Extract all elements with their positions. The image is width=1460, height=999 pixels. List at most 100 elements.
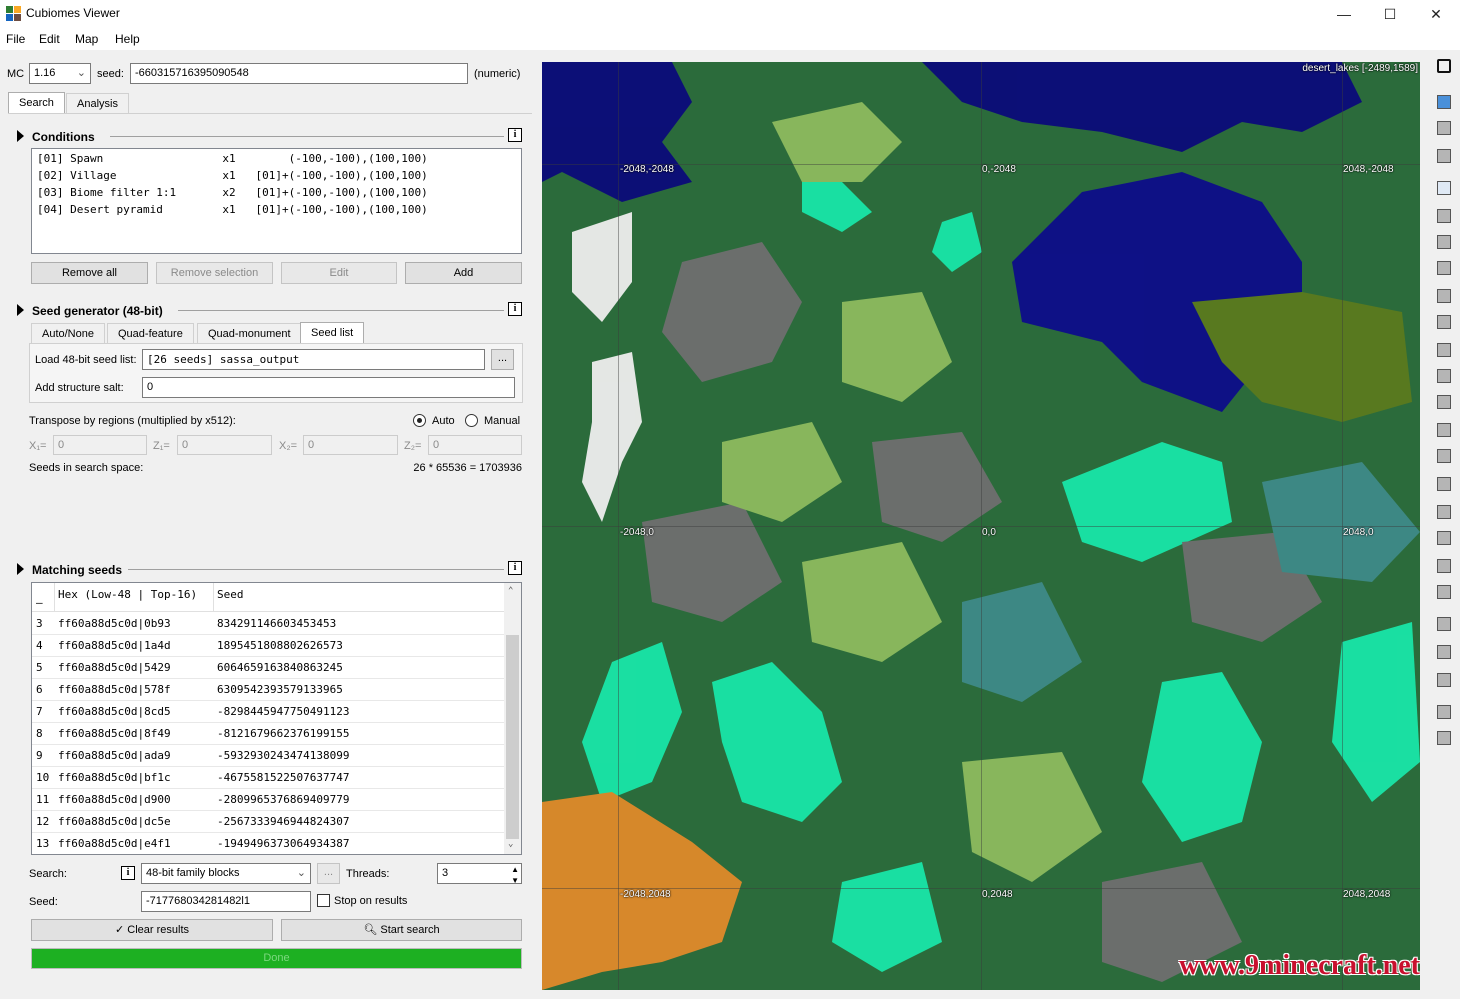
table-row[interactable]: 4 ff60a88d5c0d|1a4d 1895451808802626573 xyxy=(32,635,505,657)
menu-help[interactable]: Help xyxy=(115,32,140,46)
search-more-button[interactable]: ... xyxy=(317,863,340,884)
stronghold-icon[interactable] xyxy=(1434,670,1454,690)
monument-icon[interactable] xyxy=(1434,366,1454,386)
x1-input[interactable]: 0 xyxy=(53,435,147,455)
table-row[interactable]: 5 ff60a88d5c0d|5429 6064659163840863245 xyxy=(32,657,505,679)
table-row[interactable]: 7 ff60a88d5c0d|8cd5 -8298445947750491123 xyxy=(32,701,505,723)
search-mode-select[interactable]: 48-bit family blocks ⌄ xyxy=(141,863,311,884)
biome-map[interactable]: -2048,-2048 0,-2048 2048,-2048 -2048,0 0… xyxy=(542,62,1420,990)
tab-auto-none[interactable]: Auto/None xyxy=(31,323,105,344)
map-coord-label: 2048,-2048 xyxy=(1343,164,1394,175)
shipwreck-icon[interactable] xyxy=(1434,474,1454,494)
menu-map[interactable]: Map xyxy=(75,32,98,46)
seed-list-field[interactable]: [26 seeds] sassa_output xyxy=(142,349,485,370)
mansion-icon-glyph xyxy=(1437,395,1451,409)
bastion-icon[interactable] xyxy=(1434,556,1454,576)
threads-spinbox[interactable]: 3 ▲ ▼ xyxy=(437,863,522,884)
structure-salt-input[interactable]: 0 xyxy=(142,377,515,398)
maximize-button[interactable]: ☐ xyxy=(1367,0,1413,28)
desert-pyramid-icon[interactable] xyxy=(1434,258,1454,278)
col-seed-header[interactable]: Seed xyxy=(217,588,244,601)
mc-version-select[interactable]: 1.16 ⌄ xyxy=(29,63,91,84)
map-grid-line xyxy=(542,526,1420,527)
z1-input[interactable]: 0 xyxy=(177,435,272,455)
table-row[interactable]: 8 ff60a88d5c0d|8f49 -8121679662376199155 xyxy=(32,723,505,745)
seed-input[interactable]: -660315716395090548 xyxy=(130,63,468,84)
player-icon[interactable] xyxy=(1434,728,1454,748)
tab-analysis[interactable]: Analysis xyxy=(66,93,129,114)
collapse-arrow-icon[interactable] xyxy=(17,563,24,575)
tab-quad-feature[interactable]: Quad-feature xyxy=(107,323,194,344)
minimize-button[interactable]: — xyxy=(1321,0,1367,28)
condition-row[interactable]: [03] Biome filter 1:1 x2 [01]+(-100,-100… xyxy=(37,186,516,203)
terrain-layer-icon[interactable] xyxy=(1434,146,1454,166)
scroll-up-icon[interactable]: ⌃ xyxy=(508,586,513,596)
menu-file[interactable]: File xyxy=(6,32,25,46)
collapse-arrow-icon[interactable] xyxy=(17,130,24,142)
biome-layer-icon[interactable] xyxy=(1434,92,1454,112)
seed-generator-info-icon[interactable]: i xyxy=(508,302,522,316)
conditions-info-icon[interactable]: i xyxy=(508,128,522,142)
crosshair-icon[interactable] xyxy=(1434,56,1454,76)
terrain-layer-icon-glyph xyxy=(1437,149,1451,163)
condition-row[interactable]: [01] Spawn x1 (-100,-100),(100,100) xyxy=(37,152,516,169)
browse-button[interactable]: ... xyxy=(491,349,514,370)
menu-edit[interactable]: Edit xyxy=(39,32,60,46)
ruined-portal-icon[interactable] xyxy=(1434,446,1454,466)
z2-input[interactable]: 0 xyxy=(428,435,522,455)
spin-down-icon[interactable]: ▼ xyxy=(511,871,519,883)
table-row[interactable]: 13 ff60a88d5c0d|e4f1 -1949496373064934387 xyxy=(32,833,505,854)
scrollbar[interactable]: ⌃ ⌄ xyxy=(504,583,521,854)
table-row[interactable]: 10 ff60a88d5c0d|bf1c -4675581522507637747 xyxy=(32,767,505,789)
condition-row[interactable]: [04] Desert pyramid x1 [01]+(-100,-100),… xyxy=(37,203,516,220)
table-row[interactable]: 12 ff60a88d5c0d|dc5e -2567333946944824307 xyxy=(32,811,505,833)
end-gateway-icon[interactable] xyxy=(1434,642,1454,662)
manual-radio[interactable] xyxy=(465,414,478,427)
matching-info-icon[interactable]: i xyxy=(508,561,522,575)
spawn-icon[interactable] xyxy=(1434,702,1454,722)
height-layer-icon[interactable] xyxy=(1434,118,1454,138)
condition-row[interactable]: [02] Village x1 [01]+(-100,-100),(100,10… xyxy=(37,169,516,186)
table-row[interactable]: 11 ff60a88d5c0d|d900 -2809965376869409779 xyxy=(32,789,505,811)
mansion-icon[interactable] xyxy=(1434,392,1454,412)
stop-on-results-checkbox[interactable] xyxy=(317,894,330,907)
tab-search[interactable]: Search xyxy=(8,92,65,113)
remove-all-button[interactable]: Remove all xyxy=(31,262,148,284)
scroll-down-icon[interactable]: ⌄ xyxy=(508,839,513,849)
auto-radio[interactable] xyxy=(413,414,426,427)
fortress-icon[interactable] xyxy=(1434,582,1454,602)
table-row[interactable]: 9 ff60a88d5c0d|ada9 -5932930243474138099 xyxy=(32,745,505,767)
scrollbar-thumb[interactable] xyxy=(506,635,519,839)
end-city-icon[interactable] xyxy=(1434,614,1454,634)
table-row[interactable]: 3 ff60a88d5c0d|0b93 834291146603453453 xyxy=(32,613,505,635)
col-hex-header[interactable]: Hex (Low-48 | Top-16) xyxy=(58,588,197,601)
village-icon[interactable] xyxy=(1434,232,1454,252)
jungle-temple-icon[interactable] xyxy=(1434,286,1454,306)
table-row[interactable]: 6 ff60a88d5c0d|578f 6309542393579133965 xyxy=(32,679,505,701)
clear-results-button[interactable]: ✓ Clear results xyxy=(31,919,273,941)
broom-icon: ✓ xyxy=(114,924,125,936)
conditions-list[interactable]: [01] Spawn x1 (-100,-100),(100,100) [02]… xyxy=(31,148,522,254)
search-info-icon[interactable]: i xyxy=(121,866,135,880)
tab-seed-list[interactable]: Seed list xyxy=(300,322,365,343)
grid-icon[interactable] xyxy=(1434,178,1454,198)
collapse-arrow-icon[interactable] xyxy=(17,304,24,316)
tab-quad-monument[interactable]: Quad-monument xyxy=(197,323,302,344)
slime-chunk-icon[interactable] xyxy=(1434,206,1454,226)
swamp-hut-icon[interactable] xyxy=(1434,312,1454,332)
edit-button[interactable]: Edit xyxy=(281,262,397,284)
x2-input[interactable]: 0 xyxy=(303,435,398,455)
igloo-icon[interactable] xyxy=(1434,340,1454,360)
map-coord-label: 0,0 xyxy=(982,527,996,538)
mineshaft-icon[interactable] xyxy=(1434,528,1454,548)
remove-selection-button[interactable]: Remove selection xyxy=(156,262,273,284)
search-seed-input[interactable]: -717768034281482l1 xyxy=(141,891,311,912)
seed-value-cell: -4675581522507637747 xyxy=(217,771,350,784)
treasure-icon[interactable] xyxy=(1434,502,1454,522)
outpost-icon[interactable] xyxy=(1434,420,1454,440)
matching-seeds-table[interactable]: – Hex (Low-48 | Top-16) Seed 3 ff60a88d5c… xyxy=(31,582,522,855)
start-search-button[interactable]: 🔍︎ Start search xyxy=(281,919,522,941)
close-button[interactable]: ✕ xyxy=(1413,0,1459,28)
stronghold-icon-glyph xyxy=(1437,673,1451,687)
add-button[interactable]: Add xyxy=(405,262,522,284)
